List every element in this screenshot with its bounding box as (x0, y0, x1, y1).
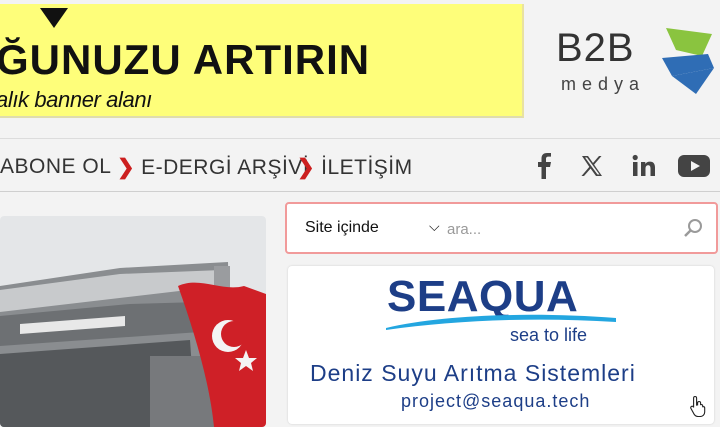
ad-title: Deniz Suyu Arıtma Sistemleri (310, 360, 636, 386)
chevron-right-icon: ❯ (117, 156, 136, 179)
ad-email: project@seaqua.tech (401, 391, 591, 411)
facebook-icon[interactable] (536, 153, 552, 179)
youtube-icon[interactable] (678, 153, 710, 179)
hand-cursor-icon (689, 395, 709, 422)
nav-label: İLETİŞİM (321, 156, 413, 179)
ship-photo (0, 216, 266, 427)
search-icon[interactable] (683, 218, 703, 243)
search-input[interactable] (447, 216, 677, 242)
x-icon[interactable] (580, 153, 604, 179)
banner-subtext: alık banner alanı (0, 87, 152, 112)
chevron-down-icon[interactable]: ⌵ (429, 218, 440, 235)
linkedin-icon[interactable] (632, 153, 656, 179)
nav-item-e-dergi-arsivi[interactable]: ❯ E-DERGİ ARŞİVİ (117, 155, 309, 180)
down-arrow-icon (40, 8, 68, 28)
nav-item-iletisim[interactable]: ❯ İLETİŞİM (297, 155, 413, 180)
logo-text: B2B (556, 26, 635, 70)
ad-tagline: sea to life (510, 325, 588, 345)
nav-label: E-DERGİ ARŞİVİ (141, 156, 310, 179)
logo-subtext: medya (561, 74, 646, 94)
sidebar-ad[interactable]: SEAQUA sea to life Deniz Suyu Arıtma Sis… (288, 266, 714, 424)
chevron-right-icon: ❯ (297, 156, 316, 179)
logo-mark-icon (662, 28, 714, 94)
header-banner-ad[interactable]: ĞUNUZU ARTIRIN alık banner alanı (0, 4, 524, 118)
article-image[interactable] (0, 216, 266, 427)
banner-headline: ĞUNUZU ARTIRIN (0, 36, 371, 83)
page: ĞUNUZU ARTIRIN alık banner alanı B2B med… (0, 0, 720, 427)
search-scope-select[interactable]: Site içinde (305, 219, 379, 237)
main-nav: ABONE OL ❯ E-DERGİ ARŞİVİ ❯ İLETİŞİM (0, 138, 720, 192)
site-logo[interactable]: B2B medya (556, 26, 720, 98)
nav-label: ABONE OL (0, 155, 112, 178)
nav-item-abone-ol[interactable]: ABONE OL (0, 155, 111, 179)
search-box: Site içinde ⌵ (285, 202, 718, 254)
